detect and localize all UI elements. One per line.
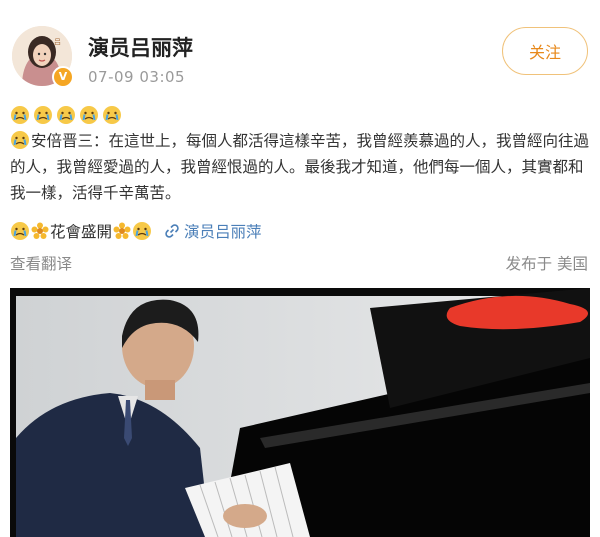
crying-face-icon: [133, 222, 152, 240]
crying-face-icon: [57, 106, 75, 124]
post-tail-text: 花會盛開: [50, 223, 113, 241]
post-timestamp: 07-09 03:05: [88, 68, 186, 86]
post-body: 安倍晋三：在這世上，每個人都活得這樣辛苦，我曾經羨慕過的人，我曾經向往過的人，我…: [10, 128, 590, 206]
svg-text:吕: 吕: [54, 38, 61, 46]
flower-icon: [113, 222, 131, 239]
crying-face-icon: [34, 106, 52, 124]
user-link[interactable]: 演员吕丽萍: [184, 220, 262, 242]
verified-badge-icon: V: [52, 66, 74, 88]
post-location: 发布于 美国: [505, 255, 588, 273]
crying-face-icon: [103, 106, 121, 124]
translate-link[interactable]: 查看翻译: [10, 252, 72, 274]
link-icon: [165, 224, 179, 238]
flower-icon: [31, 222, 49, 239]
crying-face-icon: [11, 222, 29, 240]
follow-button[interactable]: 关注: [502, 27, 588, 75]
post-header: 吕 V 演员吕丽萍 07-09 03:05 关注: [0, 0, 600, 100]
crying-face-icon: [80, 106, 98, 124]
post-tail: 花會盛開 演员吕丽萍: [10, 218, 262, 244]
video-thumbnail[interactable]: [10, 288, 590, 537]
username[interactable]: 演员吕丽萍: [88, 32, 193, 62]
crying-emoji-row: [10, 105, 122, 125]
post-text: 安倍晋三：在這世上，每個人都活得這樣辛苦，我曾經羨慕過的人，我曾經向往過的人，我…: [10, 132, 590, 202]
crying-face-icon: [11, 106, 29, 124]
crying-face-icon: [11, 131, 29, 149]
